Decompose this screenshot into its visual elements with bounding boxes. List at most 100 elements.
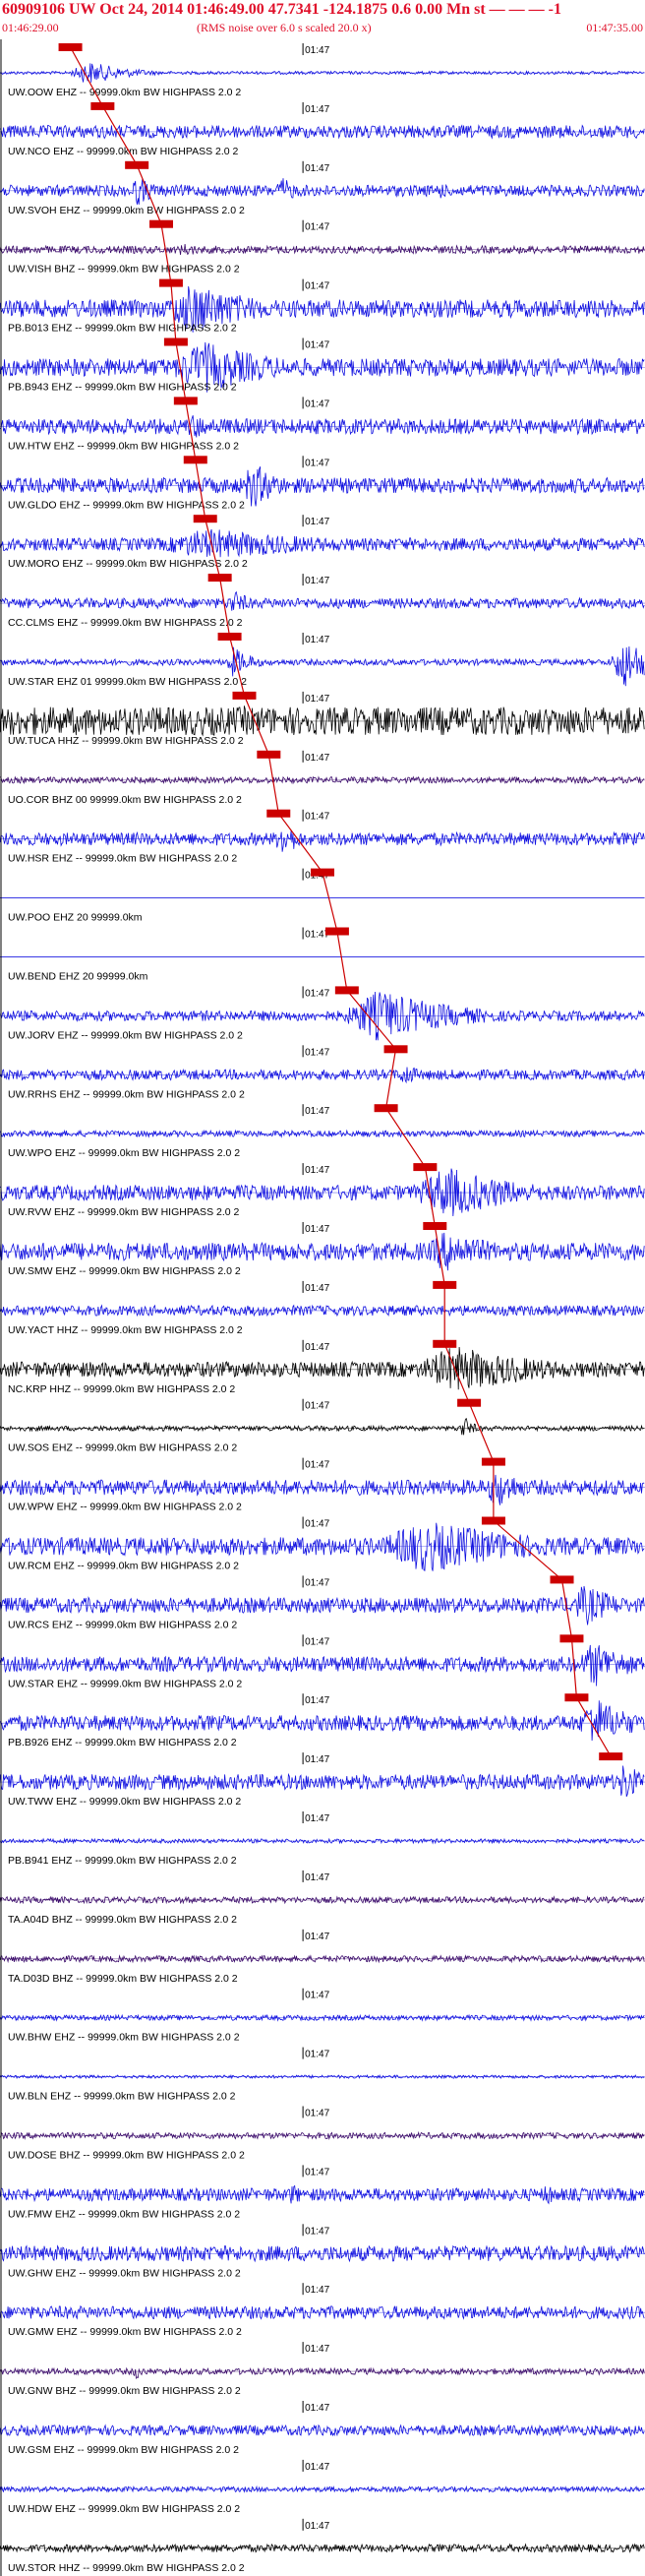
- minute-label: 01:47: [305, 2462, 329, 2473]
- waveform: [0, 2366, 645, 2380]
- minute-label: 01:47: [305, 1695, 329, 1706]
- station-label: UW.HTW EHZ -- 99999.0km BW HIGHPASS 2.0 …: [8, 440, 239, 452]
- minute-label: 01:47: [305, 1872, 329, 1883]
- waveform: [0, 1418, 645, 1436]
- waveform: [0, 590, 645, 611]
- station-label: PB.B941 EHZ -- 99999.0km BW HIGHPASS 2.0…: [8, 1855, 237, 1867]
- trace-row: 01:47 UW.NCO EHZ -- 99999.0km BW HIGHPASS…: [0, 101, 645, 157]
- minute-label: 01:47: [305, 1047, 329, 1058]
- minute-label: 01:47: [305, 2403, 329, 2414]
- trace-row: 01:47 UW.SVOH EHZ -- 99999.0km BW HIGHPAS…: [0, 160, 645, 216]
- waveform: [0, 178, 645, 205]
- minute-label: 01:47: [305, 1460, 329, 1471]
- trace-row: 01:47 UW.BHW EHZ -- 99999.0km BW HIGHPASS…: [0, 1988, 645, 2044]
- station-label: UW.SVOH EHZ -- 99999.0km BW HIGHPASS 2.0…: [8, 205, 245, 216]
- minute-label: 01:47: [305, 1991, 329, 2001]
- trace-row: 01:47 UW.GLDO EHZ -- 99999.0km BW HIGHPAS…: [0, 456, 645, 511]
- trace-row: 01:47 UW.GNW BHZ -- 99999.0km BW HIGHPASS…: [0, 2342, 645, 2397]
- waveform: [0, 830, 645, 852]
- minute-label: 01:47: [305, 399, 329, 409]
- minute-label: 01:47: [305, 2226, 329, 2237]
- trace-row: 01:47 UW.RCS EHZ -- 99999.0km BW HIGHPASS…: [0, 1575, 645, 1630]
- minute-label: 01:47: [305, 2167, 329, 2177]
- trace-row: 01:47 UW.BLN EHZ -- 99999.0km BW HIGHPASS…: [0, 2047, 645, 2103]
- trace-row: 01:47 UW.RVW EHZ -- 99999.0km BW HIGHPASS…: [0, 1163, 645, 1218]
- trace-row: 01:47 UW.TWW EHZ -- 99999.0km BW HIGHPASS…: [0, 1752, 645, 1808]
- station-label: UW.BHW EHZ -- 99999.0km BW HIGHPASS 2.0 …: [8, 2032, 240, 2044]
- trace-row: 01:47 CC.CLMS EHZ -- 99999.0km BW HIGHPAS…: [0, 574, 645, 629]
- trace-row: 01:47 UW.HDW EHZ -- 99999.0km BW HIGHPASS…: [0, 2459, 645, 2515]
- minute-label: 01:47: [305, 1932, 329, 1942]
- trace-row: 01:47 UW.YACT HHZ -- 99999.0km BW HIGHPAS…: [0, 1280, 645, 1336]
- station-label: UW.POO EHZ 20 99999.0km: [8, 912, 143, 924]
- minute-label: 01:47: [305, 222, 329, 233]
- station-label: UW.TWW EHZ -- 99999.0km BW HIGHPASS 2.0 …: [8, 1796, 241, 1808]
- minute-label: 01:47: [305, 340, 329, 351]
- minute-label: 01:47: [305, 1813, 329, 1824]
- trace-row: 01:47 UW.GSM EHZ -- 99999.0km BW HIGHPASS…: [0, 2401, 645, 2456]
- station-label: TA.A04D BHZ -- 99999.0km BW HIGHPASS 2.0…: [8, 1914, 237, 1926]
- minute-label: 01:47: [305, 1519, 329, 1530]
- minute-label: 01:47: [305, 1401, 329, 1412]
- trace-row: 01:47 UW.SOS EHZ -- 99999.0km BW HIGHPASS…: [0, 1398, 645, 1454]
- station-label: CC.CLMS EHZ -- 99999.0km BW HIGHPASS 2.0…: [8, 617, 243, 629]
- trace-row: 01:47 UW.GHW EHZ -- 99999.0km BW HIGHPASS…: [0, 2224, 645, 2279]
- station-label: UW.STAR EHZ -- 99999.0km BW HIGHPASS 2.0…: [8, 1678, 242, 1689]
- minute-label: 01:47: [305, 2109, 329, 2119]
- station-label: UW.RCS EHZ -- 99999.0km BW HIGHPASS 2.0 …: [8, 1619, 237, 1630]
- station-label: UW.STOR HHZ -- 99999.0km BW HIGHPASS 2.0…: [8, 2562, 245, 2574]
- station-label: TA.D03D BHZ -- 99999.0km BW HIGHPASS 2.0…: [8, 1973, 238, 1985]
- minute-label: 01:47: [305, 163, 329, 174]
- minute-label: 01:47: [305, 988, 329, 999]
- trace-row: 01:47 UW.RCM EHZ -- 99999.0km BW HIGHPASS…: [0, 1516, 645, 1572]
- station-label: UW.GHW EHZ -- 99999.0km BW HIGHPASS 2.0 …: [8, 2267, 241, 2279]
- station-label: UW.HSR EHZ -- 99999.0km BW HIGHPASS 2.0 …: [8, 853, 237, 865]
- trace-row: 01:47 PB.B926 EHZ -- 99999.0km BW HIGHPAS…: [0, 1693, 645, 1748]
- minute-label: 01:47: [305, 1636, 329, 1647]
- station-label: UW.VISH BHZ -- 99999.0km BW HIGHPASS 2.0…: [8, 264, 240, 276]
- station-label: UW.GMW EHZ -- 99999.0km BW HIGHPASS 2.0 …: [8, 2326, 242, 2338]
- trace-row: 01:47 UW.WPO EHZ -- 99999.0km BW HIGHPASS…: [0, 1104, 645, 1159]
- minute-label: 01:47: [305, 812, 329, 823]
- seismogram-plot: 01:47 UW.OOW EHZ -- 99999.0km BW HIGHPASS…: [0, 39, 645, 2576]
- station-label: UW.DOSE BHZ -- 99999.0km BW HIGHPASS 2.0…: [8, 2150, 245, 2162]
- station-label: UW.GLDO EHZ -- 99999.0km BW HIGHPASS 2.0…: [8, 499, 245, 511]
- trace-row: 01:47UW.POO EHZ 20 99999.0km: [0, 868, 645, 924]
- station-label: UW.TUCA HHZ -- 99999.0km BW HIGHPASS 2.0…: [8, 735, 244, 747]
- minute-label: 01:47: [305, 2050, 329, 2060]
- trace-row: 01:47 UW.STAR EHZ 01 99999.0km BW HIGHPAS…: [0, 633, 645, 688]
- station-label: UW.YACT HHZ -- 99999.0km BW HIGHPASS 2.0…: [8, 1324, 243, 1336]
- minute-label: 01:47: [305, 1577, 329, 1588]
- station-label: UW.STAR EHZ 01 99999.0km BW HIGHPASS 2.0…: [8, 676, 247, 688]
- trace-row: 01:47 UW.DOSE BHZ -- 99999.0km BW HIGHPAS…: [0, 2106, 645, 2162]
- station-label: UW.JORV EHZ -- 99999.0km BW HIGHPASS 2.0…: [8, 1029, 243, 1041]
- station-label: UW.WPW EHZ -- 99999.0km BW HIGHPASS 2.0 …: [8, 1502, 242, 1513]
- trace-row: 01:47 NC.KRP HHZ -- 99999.0km BW HIGHPASS…: [0, 1339, 645, 1395]
- arrival-pick-marker: [599, 1752, 623, 1761]
- minute-label: 01:47: [305, 281, 329, 292]
- waveform: [0, 705, 645, 737]
- trace-row: 01:47 UW.HTW EHZ -- 99999.0km BW HIGHPASS…: [0, 397, 645, 452]
- station-label: UW.MORO EHZ -- 99999.0km BW HIGHPASS 2.0…: [8, 558, 248, 570]
- waveform: [0, 1700, 645, 1742]
- minute-label: 01:47: [305, 104, 329, 115]
- trace-row: 01:47 UW.GMW EHZ -- 99999.0km BW HIGHPASS…: [0, 2283, 645, 2338]
- station-label: PB.B943 EHZ -- 99999.0km BW HIGHPASS 2.0…: [8, 382, 237, 394]
- trace-row: 01:47 UW.RRHS EHZ -- 99999.0km BW HIGHPAS…: [0, 1045, 645, 1100]
- trace-row: 01:47 UW.JORV EHZ -- 99999.0km BW HIGHPAS…: [0, 986, 645, 1041]
- trace-row: 01:47 UO.COR BHZ 00 99999.0km BW HIGHPASS…: [0, 750, 645, 806]
- station-label: UW.GNW BHZ -- 99999.0km BW HIGHPASS 2.0 …: [8, 2385, 241, 2397]
- trace-row: 01:47 PB.B941 EHZ -- 99999.0km BW HIGHPAS…: [0, 1811, 645, 1867]
- station-label: UW.NCO EHZ -- 99999.0km BW HIGHPASS 2.0 …: [8, 146, 239, 157]
- station-label: UW.WPO EHZ -- 99999.0km BW HIGHPASS 2.0 …: [8, 1147, 240, 1159]
- minute-label: 01:47: [305, 45, 329, 56]
- station-label: UW.RCM EHZ -- 99999.0km BW HIGHPASS 2.0 …: [8, 1561, 239, 1572]
- station-label: UW.GSM EHZ -- 99999.0km BW HIGHPASS 2.0 …: [8, 2444, 239, 2456]
- arrival-pick-marker: [58, 43, 83, 51]
- station-label: UW.BEND EHZ 20 99999.0km: [8, 971, 148, 983]
- minute-label: 01:47: [305, 458, 329, 468]
- minute-label: 01:47: [305, 1342, 329, 1353]
- trace-row: 01:47UW.BEND EHZ 20 99999.0km: [0, 927, 645, 983]
- trace-row: 01:47 UW.TUCA HHZ -- 99999.0km BW HIGHPAS…: [0, 691, 645, 747]
- trace-row: 01:47 UW.WPW EHZ -- 99999.0km BW HIGHPASS…: [0, 1457, 645, 1513]
